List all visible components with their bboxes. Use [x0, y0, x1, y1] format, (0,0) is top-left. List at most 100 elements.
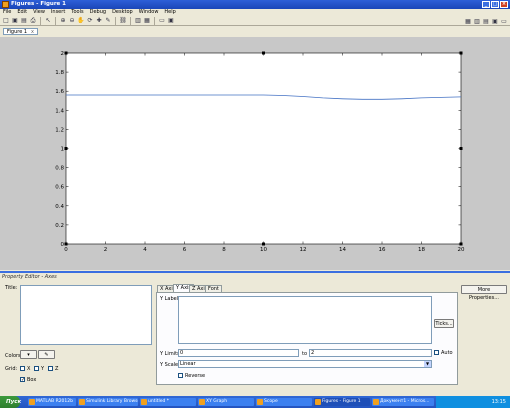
hide-plot-tools-icon[interactable]: ▭: [158, 17, 166, 25]
reverse-label: Reverse: [185, 373, 206, 379]
grid-z-checkbox[interactable]: [48, 366, 53, 371]
axes-box: [65, 52, 462, 245]
y-tick-label: 1.8: [55, 70, 64, 76]
menu-bar: File Edit View Insert Tools Debug Deskto…: [0, 9, 510, 16]
x-tick-label: 14: [339, 247, 346, 253]
matlab-app-icon: [2, 1, 9, 8]
start-button[interactable]: Пуск: [0, 396, 21, 408]
print-icon[interactable]: ⎙: [29, 17, 37, 25]
x-tick-label: 6: [183, 247, 187, 253]
close-button[interactable]: ×: [500, 1, 508, 8]
y-tick-label: 2: [61, 51, 65, 57]
menu-desktop[interactable]: Desktop: [112, 9, 133, 16]
app-icon: [315, 399, 321, 405]
property-editor: Property Editor - Axes Title: Colors: ▾ …: [0, 271, 510, 396]
selection-handle: [64, 51, 68, 55]
minimize-button[interactable]: _: [482, 1, 490, 8]
figure-tab[interactable]: Figure 1x: [3, 28, 39, 35]
menu-window[interactable]: Window: [139, 9, 159, 16]
figure-tab-label: Figure 1: [7, 29, 28, 35]
reverse-checkbox[interactable]: [178, 373, 183, 378]
menu-file[interactable]: File: [3, 9, 11, 16]
selection-handle: [459, 147, 463, 150]
more-properties-button[interactable]: More Properties...: [461, 285, 507, 301]
x-tick-label: 18: [418, 247, 425, 253]
taskbar: Пуск MATLAB R2012b Simulink Library Brows…: [0, 396, 510, 408]
taskbar-task[interactable]: untitled *: [140, 398, 196, 406]
app-icon: [29, 399, 35, 405]
zoom-in-icon[interactable]: ⊕: [59, 17, 67, 25]
edge-color-button[interactable]: ✎: [38, 350, 55, 359]
chevron-down-icon[interactable]: ▼: [424, 361, 431, 367]
box-checkbox[interactable]: ✓: [20, 377, 25, 383]
grid-y-checkbox[interactable]: [34, 366, 39, 371]
open-icon[interactable]: ▣: [11, 17, 19, 25]
link-icon[interactable]: ⛓: [119, 17, 127, 25]
zoom-out-icon[interactable]: ⊖: [68, 17, 76, 25]
y-limit-max-input[interactable]: 2: [309, 349, 432, 357]
taskbar-task[interactable]: Scope: [256, 398, 312, 406]
app-icon: [79, 399, 85, 405]
y-axis-tab-panel: Y Label: Ticks... Y Limits: 0 to 2 Auto …: [156, 292, 458, 385]
y-tick-label: 0.8: [55, 166, 64, 172]
brush-icon[interactable]: ✎: [104, 17, 112, 25]
x-tick-label: 10: [260, 247, 267, 253]
maximize-layout-icon[interactable]: ▣: [491, 17, 499, 25]
undock-icon[interactable]: ▭: [500, 17, 508, 25]
property-editor-title: Property Editor - Axes: [2, 274, 57, 280]
tile-layout-icon[interactable]: ▥: [473, 17, 481, 25]
figure-canvas[interactable]: 0 2 4 6 8 10 12 14 16 18 20 0 0.2 0.4 0.6 0.8 1 1.2 1.4 1.6…: [0, 37, 510, 270]
save-icon[interactable]: ▤: [20, 17, 28, 25]
pan-icon[interactable]: ✋: [77, 17, 85, 25]
dock-layout-icon[interactable]: ▦: [464, 17, 472, 25]
show-plot-tools-icon[interactable]: ▣: [167, 17, 175, 25]
y-scale-select[interactable]: Linear ▼: [178, 360, 432, 368]
legend-icon[interactable]: ▦: [143, 17, 151, 25]
title-label: Title:: [5, 285, 18, 291]
menu-tools[interactable]: Tools: [71, 9, 83, 16]
taskbar-task[interactable]: Figures - Figure 1: [314, 398, 370, 406]
selection-handle: [64, 147, 68, 150]
to-label: to: [302, 351, 308, 357]
new-file-icon[interactable]: □: [2, 17, 10, 25]
box-label: Box: [27, 377, 37, 383]
face-color-button[interactable]: ▾: [20, 350, 37, 359]
y-tick-label: 1: [61, 147, 65, 153]
title-textarea[interactable]: [20, 285, 152, 345]
window-titlebar: Figures - Figure 1 _ □ ×: [0, 0, 510, 9]
toolbar-separator: [40, 16, 41, 25]
data-cursor-icon[interactable]: ✚: [95, 17, 103, 25]
window-title: Figures - Figure 1: [11, 1, 67, 7]
menu-insert[interactable]: Insert: [51, 9, 65, 16]
menu-help[interactable]: Help: [164, 9, 175, 16]
taskbar-task-label: untitled *: [148, 399, 170, 404]
float-layout-icon[interactable]: ▤: [482, 17, 490, 25]
grid-x-checkbox[interactable]: [20, 366, 25, 371]
x-tick-label: 4: [143, 247, 147, 253]
y-tick-label: 1.4: [55, 108, 64, 114]
y-tick-label: 0.2: [55, 223, 64, 229]
x-tick-label: 2: [104, 247, 108, 253]
ticks-button[interactable]: Ticks...: [434, 319, 454, 328]
menu-debug[interactable]: Debug: [90, 9, 106, 16]
taskbar-task[interactable]: Simulink Library Browser: [78, 398, 138, 406]
grid-x-label: X: [27, 366, 31, 372]
app-icon: [257, 399, 263, 405]
rotate-icon[interactable]: ⟳: [86, 17, 94, 25]
menu-edit[interactable]: Edit: [17, 9, 27, 16]
grid-z-label: Z: [55, 366, 59, 372]
y-limit-min-input[interactable]: 0: [178, 349, 299, 357]
pointer-icon[interactable]: ↖: [44, 17, 52, 25]
plot-svg[interactable]: 0 2 4 6 8 10 12 14 16 18 20 0 0.2 0.4 0.6 0.8 1 1.2 1.4 1.6…: [0, 37, 510, 270]
grid-label: Grid:: [5, 366, 18, 372]
tab-font[interactable]: Font: [205, 285, 222, 292]
y-label-textarea[interactable]: [178, 296, 432, 344]
menu-view[interactable]: View: [33, 9, 45, 16]
close-tab-icon[interactable]: x: [31, 29, 34, 35]
auto-checkbox[interactable]: [434, 350, 439, 355]
taskbar-task[interactable]: Документ1 - Micros...: [372, 398, 434, 406]
colorbar-icon[interactable]: ▥: [134, 17, 142, 25]
taskbar-task[interactable]: XY Graph: [198, 398, 254, 406]
maximize-button[interactable]: □: [491, 1, 499, 8]
taskbar-task[interactable]: MATLAB R2012b: [28, 398, 76, 406]
